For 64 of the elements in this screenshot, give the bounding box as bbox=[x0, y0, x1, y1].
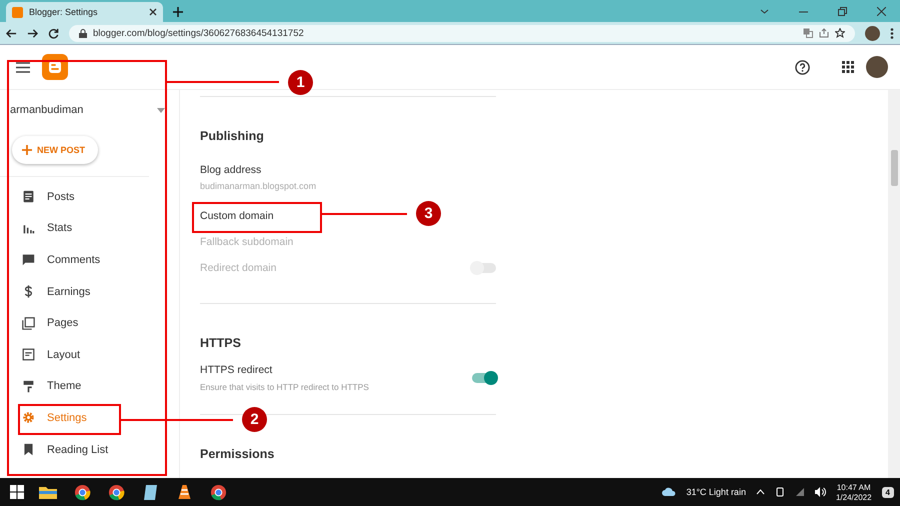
plus-icon bbox=[22, 145, 32, 155]
browser-tab[interactable]: Blogger: Settings bbox=[6, 2, 163, 22]
toggle-switch[interactable] bbox=[472, 373, 496, 383]
clock[interactable]: 10:47 AM 1/24/2022 bbox=[836, 482, 872, 502]
reload-icon[interactable] bbox=[48, 28, 59, 38]
settings-icon bbox=[22, 411, 35, 424]
address-bar[interactable]: blogger.com/blog/settings/3606276836454131752 bbox=[69, 24, 855, 42]
bookmark-icon bbox=[22, 443, 35, 456]
callout-number: 2 bbox=[242, 407, 267, 432]
share-icon[interactable] bbox=[819, 28, 829, 38]
sidebar-item[interactable]: Layout bbox=[0, 338, 179, 371]
browser-app-icon[interactable] bbox=[106, 483, 126, 501]
sidebar-item[interactable]: Theme bbox=[0, 370, 179, 402]
close-icon[interactable] bbox=[877, 6, 886, 16]
browser-app-icon[interactable] bbox=[208, 483, 228, 501]
dropdown-icon bbox=[157, 108, 165, 112]
blogger-logo-icon bbox=[42, 54, 68, 80]
sidebar-item[interactable]: Pages bbox=[0, 307, 179, 339]
callout-number: 3 bbox=[416, 201, 441, 226]
scrollbar[interactable] bbox=[888, 90, 900, 478]
blogger-favicon-icon bbox=[12, 6, 23, 18]
sidebar-item[interactable]: Reading List bbox=[0, 434, 179, 466]
dollar-icon bbox=[22, 285, 35, 298]
back-arrow-icon[interactable] bbox=[6, 28, 17, 38]
cloud-icon bbox=[662, 487, 676, 497]
notification-badge[interactable]: 4 bbox=[882, 486, 894, 498]
chevron-up-icon[interactable] bbox=[756, 489, 765, 495]
paint-roller-icon bbox=[22, 380, 35, 393]
translate-icon[interactable] bbox=[803, 28, 813, 38]
avatar-icon[interactable] bbox=[866, 56, 888, 78]
help-icon[interactable] bbox=[795, 60, 810, 74]
callout-number: 1 bbox=[288, 70, 313, 95]
comment-icon bbox=[22, 253, 35, 266]
setting-label[interactable]: HTTPS redirect bbox=[200, 364, 369, 376]
sidebar-item[interactable]: Comments bbox=[0, 244, 179, 276]
blog-address-text: budimanarman.blogspot.com bbox=[200, 181, 316, 191]
more-menu-icon[interactable] bbox=[890, 28, 894, 38]
setting-label[interactable]: Blog address bbox=[200, 164, 262, 176]
apps-grid-icon[interactable] bbox=[842, 61, 854, 73]
sidebar-item[interactable]: Stats bbox=[0, 212, 179, 244]
new-tab-icon[interactable] bbox=[173, 7, 183, 17]
windows-start-icon[interactable] bbox=[10, 485, 24, 499]
pages-icon bbox=[22, 316, 35, 330]
setting-description: Ensure that visits to HTTP redirect to HTTPS bbox=[200, 382, 369, 392]
section-heading: Permissions bbox=[200, 447, 276, 461]
lock-icon bbox=[79, 28, 87, 38]
section-heading: Publishing bbox=[200, 129, 265, 143]
menu-icon[interactable] bbox=[16, 62, 30, 72]
blog-selector[interactable]: armanbudiman bbox=[0, 98, 179, 122]
layout-icon bbox=[22, 348, 35, 362]
section-heading: HTTPS bbox=[200, 336, 242, 350]
browser-app-icon[interactable] bbox=[72, 483, 92, 501]
setting-label[interactable]: Custom domain bbox=[200, 210, 274, 222]
close-icon[interactable] bbox=[149, 8, 157, 16]
chevron-down-icon[interactable] bbox=[760, 6, 769, 16]
star-icon[interactable] bbox=[835, 28, 845, 38]
weather-text: 31°C Light rain bbox=[686, 487, 746, 497]
restore-icon[interactable] bbox=[838, 6, 847, 16]
document-icon bbox=[22, 190, 35, 204]
sidebar-item[interactable]: Posts bbox=[0, 181, 179, 213]
speaker-icon[interactable] bbox=[814, 487, 826, 497]
avatar-icon[interactable] bbox=[865, 26, 880, 40]
sidebar-item[interactable]: Earnings bbox=[0, 276, 179, 308]
forward-arrow-icon[interactable] bbox=[27, 28, 38, 38]
